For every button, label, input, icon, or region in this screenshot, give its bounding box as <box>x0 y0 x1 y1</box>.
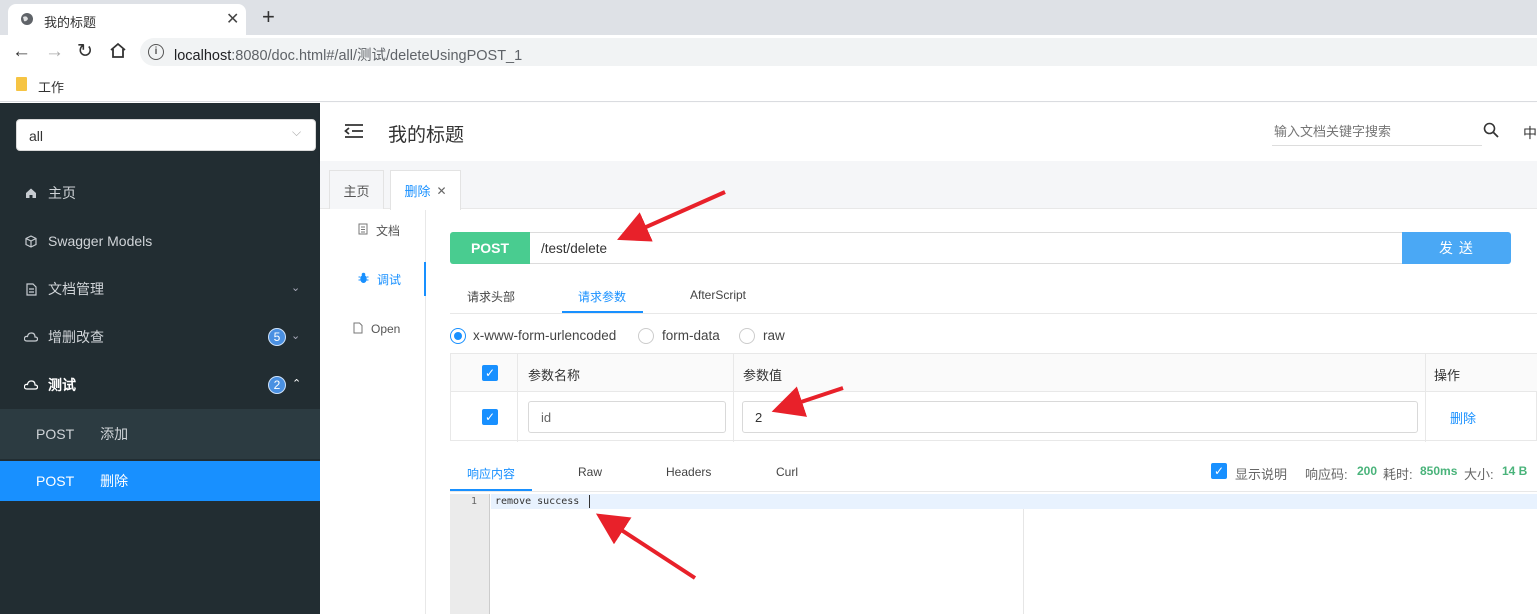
arrow-to-url <box>617 190 726 242</box>
annotation-arrows <box>595 190 844 580</box>
arrow-to-param-value <box>771 386 844 417</box>
arrow-to-response <box>595 513 697 580</box>
